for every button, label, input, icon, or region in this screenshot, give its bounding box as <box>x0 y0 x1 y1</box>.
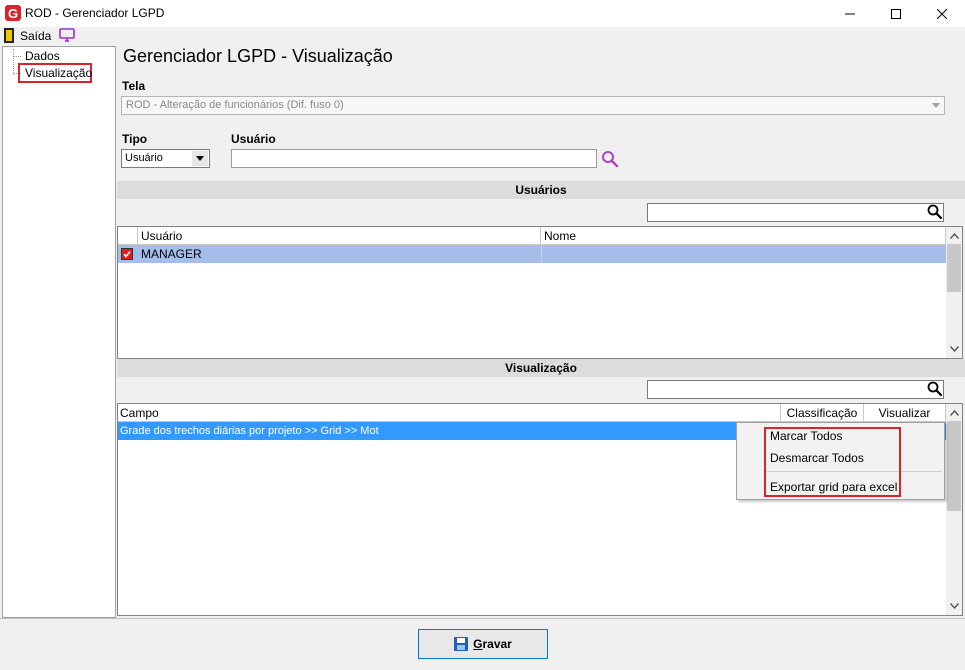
maximize-button[interactable] <box>873 0 919 27</box>
chevron-up-icon[interactable] <box>946 406 962 420</box>
row-usuario-cell: MANAGER <box>141 247 202 261</box>
tree-item-dados[interactable]: Dados <box>25 49 60 63</box>
exit-door-icon[interactable] <box>4 28 14 43</box>
close-button[interactable] <box>919 0 965 27</box>
scrollbar-thumb[interactable] <box>947 421 961 511</box>
search-icon[interactable] <box>601 150 619 171</box>
chevron-up-icon[interactable] <box>946 229 962 243</box>
usuarios-section-header: Usuários <box>117 181 965 199</box>
minimize-icon <box>845 13 855 14</box>
usuario-label: Usuário <box>231 132 276 146</box>
chevron-down-icon[interactable] <box>192 151 208 166</box>
row-checkbox[interactable] <box>121 248 133 260</box>
chevron-down-icon[interactable] <box>946 599 962 613</box>
chevron-down-icon[interactable] <box>946 342 962 356</box>
window-title: ROD - Gerenciador LGPD <box>25 6 165 20</box>
tela-label: Tela <box>122 79 146 93</box>
tela-select[interactable]: ROD - Alteração de funcionários (Dif. fu… <box>121 96 945 115</box>
monitor-icon[interactable] <box>59 28 75 45</box>
exit-menu-label[interactable]: Saída <box>20 29 51 43</box>
app-logo-icon: G <box>5 5 21 21</box>
tipo-label: Tipo <box>122 132 148 146</box>
floppy-disk-icon <box>454 637 469 651</box>
column-header-check <box>118 227 138 245</box>
menu-bar <box>0 27 965 45</box>
divider <box>0 618 965 619</box>
checkmark-icon <box>122 249 132 259</box>
visualizacao-filter-input[interactable] <box>647 380 944 399</box>
column-header-classificacao[interactable]: Classificação <box>781 404 864 422</box>
search-icon[interactable] <box>926 380 944 398</box>
page-title: Gerenciador LGPD - Visualização <box>123 46 393 66</box>
tree-item-visualizacao[interactable]: Visualização <box>18 63 92 83</box>
visualizacao-section-header: Visualização <box>117 359 965 377</box>
minimize-button[interactable] <box>827 0 873 27</box>
svg-text:G: G <box>8 6 18 21</box>
navigation-tree <box>2 46 116 618</box>
highlight-box <box>764 427 901 497</box>
save-button[interactable]: Gravar <box>418 629 548 659</box>
search-icon[interactable] <box>926 203 944 221</box>
save-button-label: Gravar <box>473 637 512 651</box>
column-header-visualizar[interactable]: Visualizar <box>864 404 946 422</box>
chevron-down-icon[interactable] <box>927 97 944 114</box>
maximize-icon <box>891 8 901 19</box>
column-divider <box>541 245 542 263</box>
usuarios-filter-input[interactable] <box>647 203 944 222</box>
column-header-usuario[interactable]: Usuário <box>138 227 541 245</box>
column-header-campo[interactable]: Campo <box>118 404 781 422</box>
column-header-nome[interactable]: Nome <box>541 227 946 245</box>
usuario-input[interactable] <box>231 149 597 168</box>
scrollbar-thumb[interactable] <box>947 244 961 292</box>
tree-connector <box>14 56 21 57</box>
table-row[interactable] <box>118 245 946 263</box>
close-icon <box>937 8 947 19</box>
tree-connector <box>13 49 14 75</box>
